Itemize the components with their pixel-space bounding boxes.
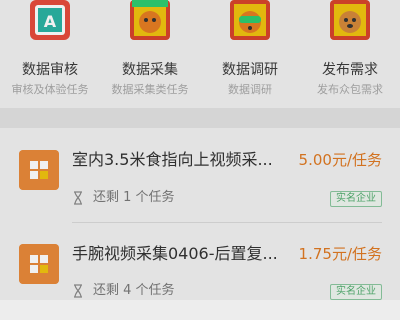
category-subtitle: 数据采集类任务 (111, 83, 189, 96)
category-data-survey[interactable]: 数据调研 数据调研 (200, 0, 300, 108)
task-grid-icon (19, 150, 59, 190)
task-title: 室内3.5米食指向上视频采... (72, 150, 273, 169)
review-a-icon: A (30, 0, 70, 40)
task-list: 室内3.5米食指向上视频采... 5.00元/任务 还剩 1 个任务 实名企业 … (0, 128, 400, 300)
task-title: 手腕视频采集0406-后置复... (72, 244, 278, 263)
category-subtitle: 发布众包需求 (317, 83, 383, 96)
hourglass-icon (74, 191, 82, 205)
task-remaining: 还剩 1 个任务 (93, 190, 175, 205)
collect-cat-icon (130, 0, 170, 40)
category-title: 发布需求 (322, 62, 378, 78)
category-title: 数据采集 (122, 62, 178, 78)
row-divider (72, 222, 382, 223)
task-price: 1.75元/任务 (298, 245, 382, 263)
category-publish-demand[interactable]: 发布需求 发布众包需求 (300, 0, 400, 108)
publish-dog-icon (330, 0, 370, 40)
category-subtitle: 审核及体验任务 (11, 83, 89, 96)
task-price: 5.00元/任务 (298, 151, 382, 169)
task-grid-icon (19, 244, 59, 284)
svg-text:A: A (44, 12, 57, 31)
verified-enterprise-badge: 实名企业 (330, 191, 382, 207)
task-remaining: 还剩 4 个任务 (93, 283, 175, 298)
survey-tiger-icon (230, 0, 270, 40)
category-grid: A 数据审核 审核及体验任务 数据采集 数据采集类任务 数据调研 数据调研 发布… (0, 0, 400, 108)
task-item[interactable]: 手腕视频采集0406-后置复... 1.75元/任务 还剩 4 个任务 实名企业 (0, 224, 400, 320)
category-data-review[interactable]: A 数据审核 审核及体验任务 (0, 0, 100, 108)
category-title: 数据审核 (22, 62, 78, 78)
category-subtitle: 数据调研 (228, 83, 272, 96)
category-title: 数据调研 (222, 62, 278, 78)
section-divider (0, 108, 400, 128)
category-data-collect[interactable]: 数据采集 数据采集类任务 (100, 0, 200, 108)
verified-enterprise-badge: 实名企业 (330, 284, 382, 300)
hourglass-icon (74, 284, 82, 298)
task-item[interactable]: 室内3.5米食指向上视频采... 5.00元/任务 还剩 1 个任务 实名企业 (0, 128, 400, 224)
